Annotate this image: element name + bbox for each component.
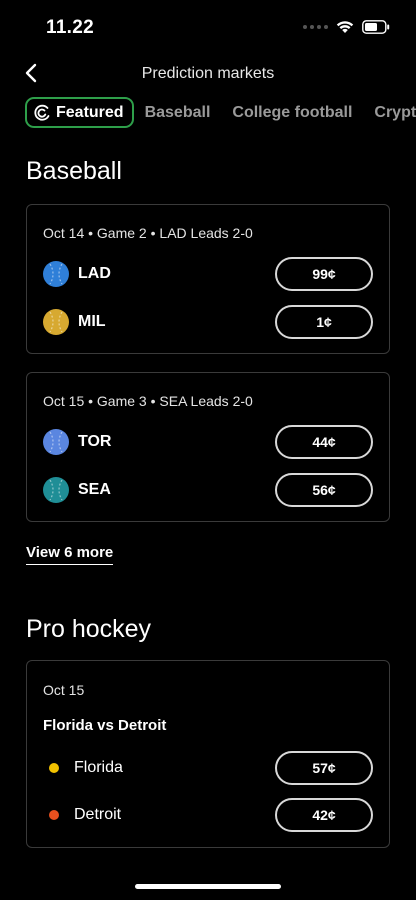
baseball-team-icon bbox=[43, 477, 69, 503]
baseball-team-icon bbox=[43, 309, 69, 335]
tab-college-football[interactable]: College football bbox=[221, 97, 363, 128]
cellular-signal-icon bbox=[303, 25, 328, 29]
team-name: Florida bbox=[74, 759, 123, 776]
price-button[interactable]: 1¢ bbox=[275, 305, 373, 339]
game-date: Oct 15 bbox=[43, 682, 85, 698]
price-button[interactable]: 99¢ bbox=[275, 257, 373, 291]
team-name: MIL bbox=[78, 313, 106, 330]
price-button[interactable]: 42¢ bbox=[275, 798, 373, 832]
team-row-sea: SEA 56¢ bbox=[43, 473, 373, 507]
team-row-detroit: Detroit 42¢ bbox=[43, 798, 373, 832]
wifi-icon bbox=[336, 21, 354, 33]
status-icons bbox=[303, 20, 390, 34]
baseball-team-icon bbox=[43, 261, 69, 287]
game-info: Oct 14 • Game 2 • LAD Leads 2-0 bbox=[43, 225, 253, 241]
tab-label: Featured bbox=[56, 103, 124, 121]
section-title-baseball: Baseball bbox=[26, 157, 122, 185]
team-name: LAD bbox=[78, 265, 111, 282]
status-time: 11.22 bbox=[46, 17, 94, 38]
market-card: Oct 15 Florida vs Detroit Florida 57¢ De… bbox=[26, 660, 390, 848]
price-button[interactable]: 57¢ bbox=[275, 751, 373, 785]
tab-baseball[interactable]: Baseball bbox=[134, 97, 222, 128]
status-bar: 11.22 bbox=[0, 0, 416, 52]
category-tabs: Featured Baseball College football Crypt… bbox=[25, 97, 416, 128]
team-color-dot bbox=[49, 810, 59, 820]
team-name: TOR bbox=[78, 433, 112, 450]
team-row-florida: Florida 57¢ bbox=[43, 751, 373, 785]
game-info: Oct 15 • Game 3 • SEA Leads 2-0 bbox=[43, 393, 253, 409]
team-name: Detroit bbox=[74, 806, 122, 823]
view-more-link[interactable]: View 6 more bbox=[26, 544, 114, 565]
price-button[interactable]: 56¢ bbox=[275, 473, 373, 507]
team-color-dot bbox=[49, 763, 59, 773]
market-card: Oct 15 • Game 3 • SEA Leads 2-0 TOR 44¢ … bbox=[26, 372, 390, 522]
battery-icon bbox=[362, 20, 390, 34]
section-title-pro-hockey: Pro hockey bbox=[26, 615, 152, 643]
market-card: Oct 14 • Game 2 • LAD Leads 2-0 LAD 99¢ … bbox=[26, 204, 390, 354]
team-row-mil: MIL 1¢ bbox=[43, 305, 373, 339]
nav-bar: Prediction markets bbox=[0, 52, 416, 96]
baseball-team-icon bbox=[43, 429, 69, 455]
page-title: Prediction markets bbox=[141, 65, 275, 82]
tab-crypto[interactable]: Crypto bbox=[363, 97, 416, 128]
team-name: SEA bbox=[78, 481, 111, 498]
featured-icon bbox=[34, 104, 50, 121]
team-row-tor: TOR 44¢ bbox=[43, 425, 373, 459]
home-indicator[interactable] bbox=[135, 884, 281, 889]
team-row-lad: LAD 99¢ bbox=[43, 257, 373, 291]
matchup-title: Florida vs Detroit bbox=[43, 717, 167, 734]
price-button[interactable]: 44¢ bbox=[275, 425, 373, 459]
tab-featured[interactable]: Featured bbox=[25, 97, 134, 128]
